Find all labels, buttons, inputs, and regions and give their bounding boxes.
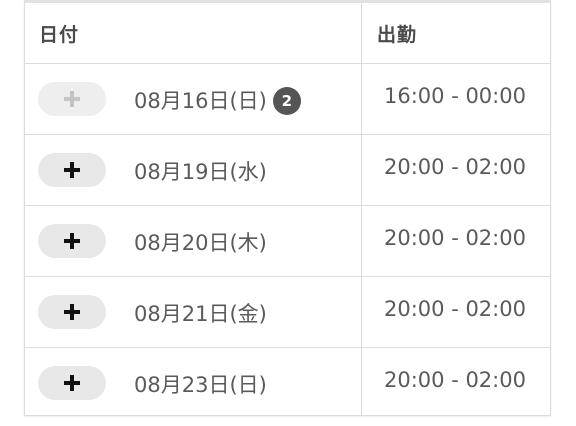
- plus-icon: [64, 162, 80, 178]
- table-row: 08月19日(水) 20:00 - 02:00: [25, 135, 550, 206]
- date-value: 08月20日(木): [134, 231, 267, 255]
- table-row: 08月20日(木) 20:00 - 02:00: [25, 206, 550, 277]
- column-header-date: 日付: [39, 24, 80, 46]
- shift-table: 日付 出勤 08月16日(日) 2 16:00 - 00:00 08月19日(水)…: [24, 0, 551, 416]
- plus-icon: [64, 91, 80, 107]
- shift-time: 20:00 - 02:00: [384, 368, 526, 392]
- shift-time: 20:00 - 02:00: [384, 155, 526, 179]
- table-header-row: 日付 出勤: [25, 3, 550, 64]
- plus-icon: [64, 375, 80, 391]
- add-button[interactable]: [38, 153, 106, 187]
- header-cell-date: 日付: [25, 3, 362, 63]
- plus-icon: [64, 233, 80, 249]
- date-cell: 08月23日(日): [25, 348, 362, 416]
- table-row: 08月23日(日) 20:00 - 02:00: [25, 348, 550, 416]
- shift-cell: 20:00 - 02:00: [362, 277, 550, 347]
- date-value: 08月19日(水): [134, 160, 267, 184]
- date-cell: 08月21日(金): [25, 277, 362, 347]
- add-button[interactable]: [38, 295, 106, 329]
- date-value: 08月16日(日): [134, 89, 267, 113]
- date-cell: 08月16日(日) 2: [25, 64, 362, 134]
- shift-cell: 20:00 - 02:00: [362, 206, 550, 276]
- count-badge: 2: [272, 87, 301, 115]
- shift-cell: 20:00 - 02:00: [362, 348, 550, 416]
- shift-time: 20:00 - 02:00: [384, 226, 526, 250]
- add-button[interactable]: [38, 82, 106, 116]
- table-row: 08月21日(金) 20:00 - 02:00: [25, 277, 550, 348]
- date-value: 08月23日(日): [134, 373, 267, 397]
- shift-time: 16:00 - 00:00: [384, 84, 526, 108]
- add-button[interactable]: [38, 366, 106, 400]
- add-button[interactable]: [38, 224, 106, 258]
- table-row: 08月16日(日) 2 16:00 - 00:00: [25, 64, 550, 135]
- shift-time: 20:00 - 02:00: [384, 297, 526, 321]
- date-value: 08月21日(金): [134, 302, 267, 326]
- date-cell: 08月20日(木): [25, 206, 362, 276]
- plus-icon: [64, 304, 80, 320]
- date-label: 08月16日(日) 2: [134, 85, 301, 115]
- date-cell: 08月19日(水): [25, 135, 362, 205]
- shift-cell: 16:00 - 00:00: [362, 64, 550, 134]
- shift-cell: 20:00 - 02:00: [362, 135, 550, 205]
- header-cell-shift: 出勤: [362, 3, 550, 63]
- column-header-shift: 出勤: [377, 24, 418, 46]
